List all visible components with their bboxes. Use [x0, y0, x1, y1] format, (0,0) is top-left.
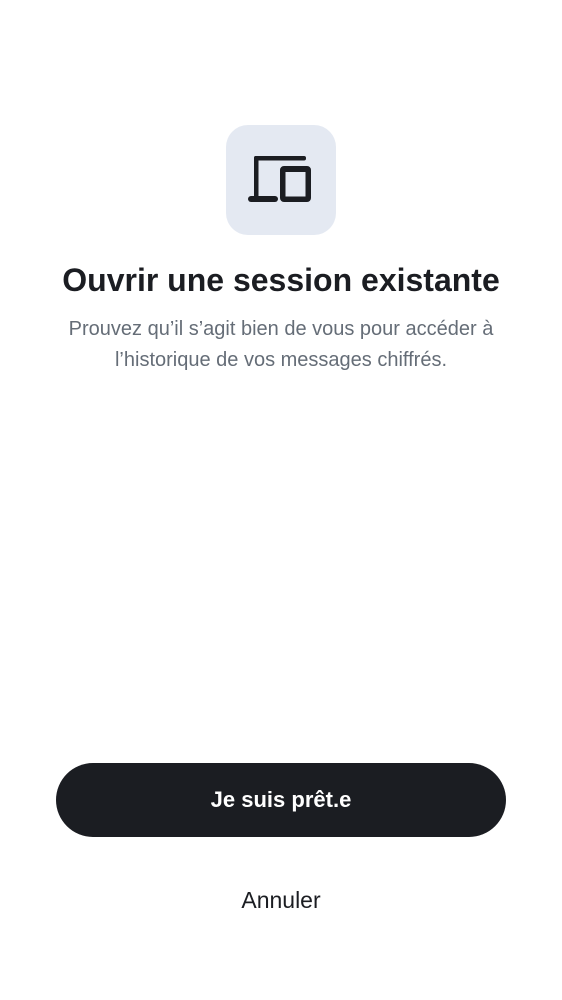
devices-icon	[248, 156, 311, 202]
page-description: Prouvez qu’il s’agit bien de vous pour a…	[68, 318, 494, 371]
icon-tile	[226, 125, 336, 235]
page-title: Ouvrir une session existante	[62, 262, 500, 298]
verify-session-screen: Ouvrir une session existante Prouvez qu’…	[0, 0, 562, 1000]
ready-button[interactable]: Je suis prêt.e	[56, 763, 506, 837]
cancel-button[interactable]: Annuler	[181, 876, 381, 924]
